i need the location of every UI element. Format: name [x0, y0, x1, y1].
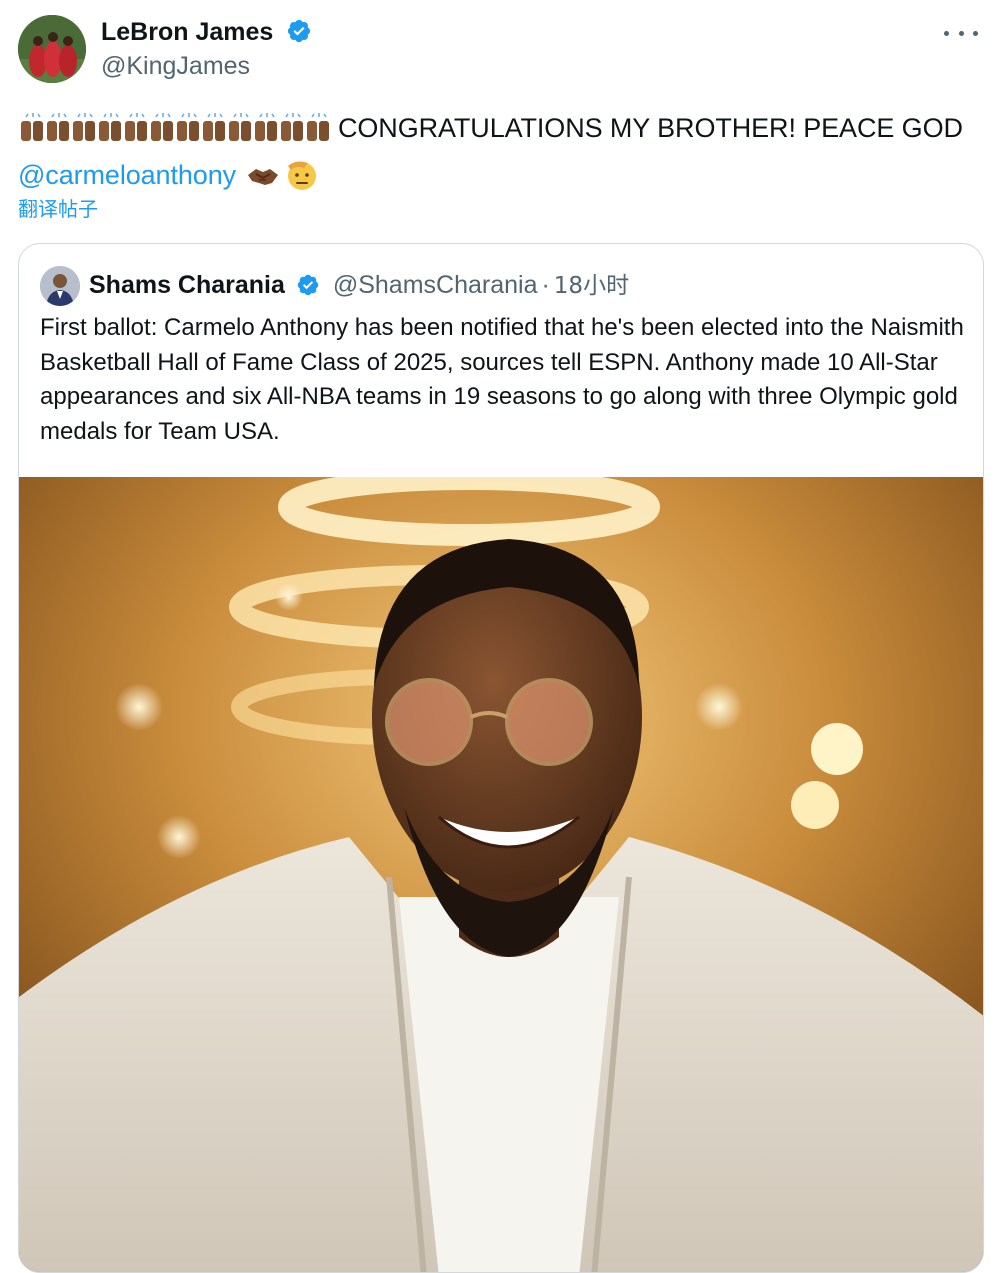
saluting-face-icon — [282, 157, 320, 203]
raising-hands-icon — [47, 113, 69, 141]
mention-link[interactable]: @carmeloanthony — [18, 160, 236, 190]
raising-hands-icon — [229, 113, 251, 141]
author-handle[interactable]: @KingJames — [101, 50, 250, 82]
more-options-icon[interactable] — [944, 20, 978, 46]
translate-post-link[interactable]: 翻译帖子 — [18, 195, 98, 223]
quote-author-avatar[interactable] — [40, 266, 80, 306]
raising-hands-icon — [307, 113, 329, 141]
photo-smiling-man-icon[interactable] — [19, 468, 983, 1272]
post-main-text: CONGRATULATIONS MY BROTHER! PEACE GOD — [338, 113, 963, 143]
quote-author-name[interactable]: Shams Charania — [89, 271, 285, 299]
raising-hands-icon — [18, 113, 330, 155]
raising-hands-icon — [125, 113, 147, 141]
author-avatar[interactable] — [18, 15, 86, 83]
quoted-post[interactable]: Shams Charania @ShamsCharania · 18小时 First… — [18, 243, 984, 1273]
raising-hands-icon — [281, 113, 303, 141]
post: LeBron James @KingJames CONGRATULATIONS … — [0, 0, 1000, 1273]
quote-header: Shams Charania @ShamsCharania · 18小时 — [89, 267, 629, 303]
raising-hands-icon — [151, 113, 173, 141]
handshake-icon — [246, 161, 280, 203]
author-name[interactable]: LeBron James — [101, 16, 312, 52]
raising-hands-icon — [21, 113, 43, 141]
separator-dot: · — [541, 271, 550, 299]
raising-hands-icon — [99, 113, 121, 141]
raising-hands-icon — [73, 113, 95, 141]
post-text: CONGRATULATIONS MY BROTHER! PEACE GOD @c… — [18, 108, 988, 203]
quote-author-handle[interactable]: @ShamsCharania — [333, 271, 538, 299]
verified-badge-icon — [296, 271, 320, 307]
raising-hands-icon — [255, 113, 277, 141]
raising-hands-icon — [203, 113, 225, 141]
quote-text: First ballot: Carmelo Anthony has been n… — [40, 314, 964, 445]
quote-timestamp[interactable]: 18小时 — [554, 273, 629, 299]
raising-hands-icon — [177, 113, 199, 141]
verified-badge-icon — [286, 18, 312, 52]
